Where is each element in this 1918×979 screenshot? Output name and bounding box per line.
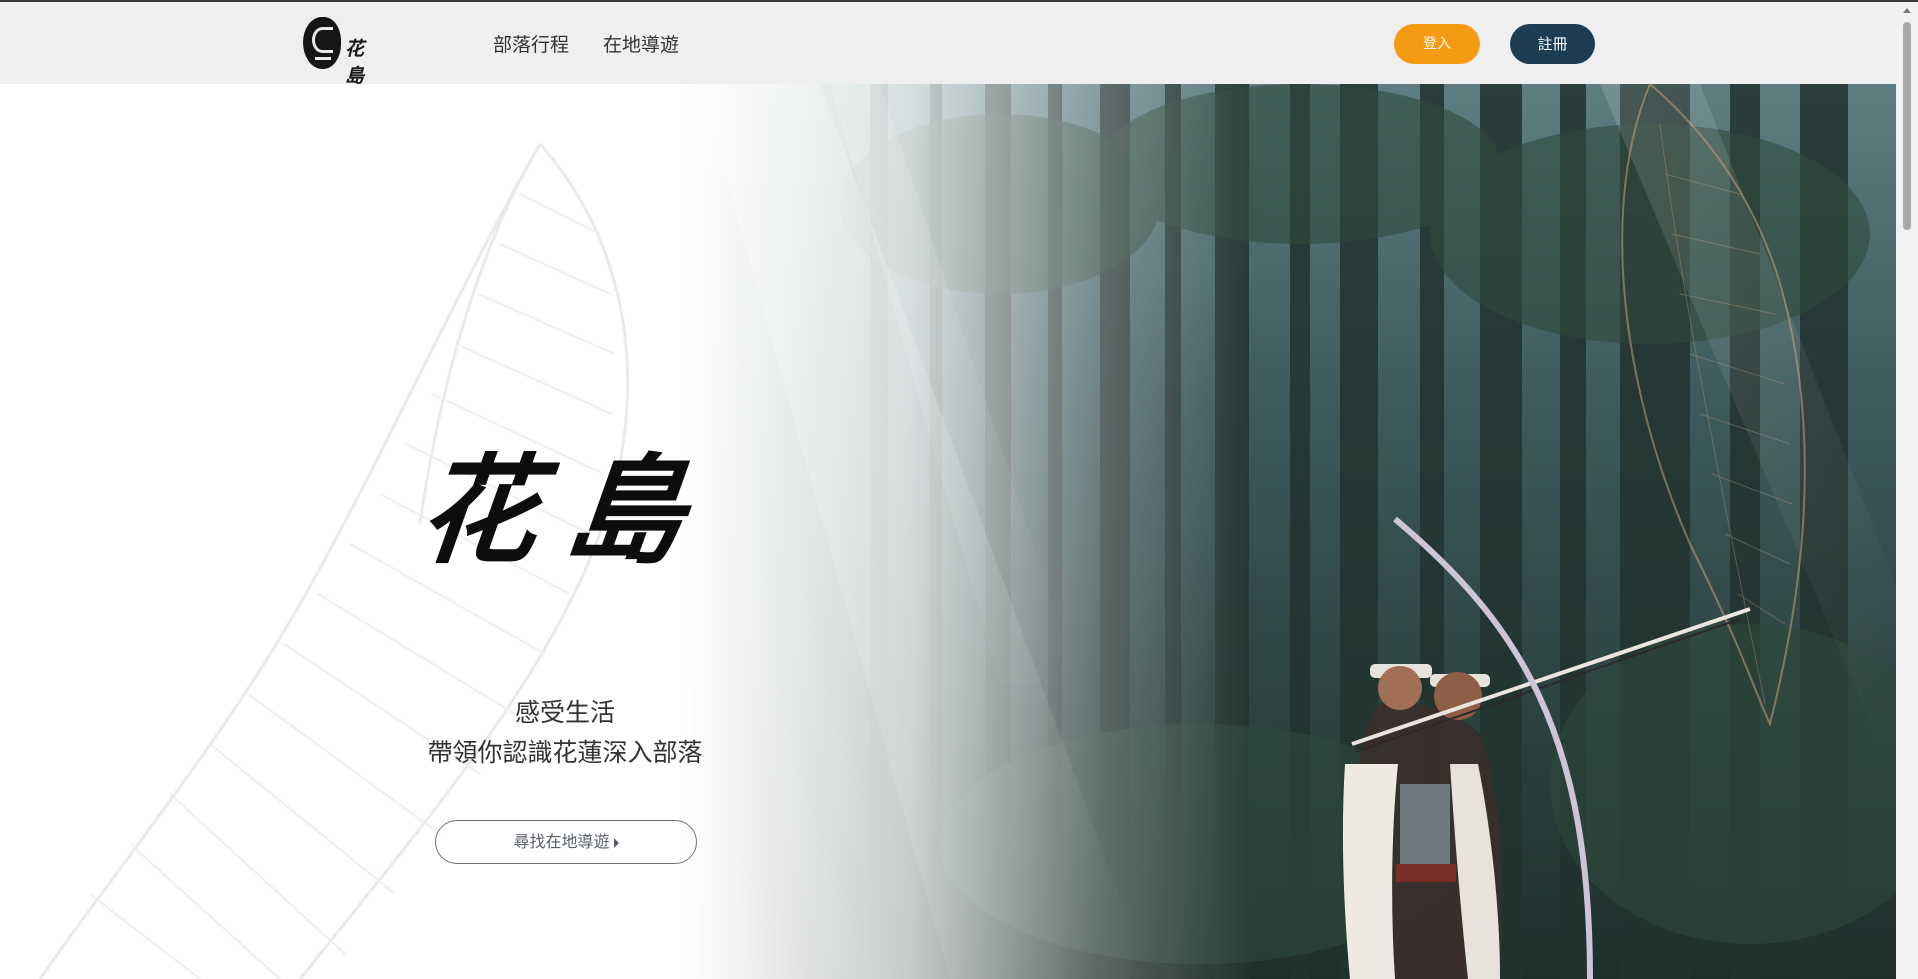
hero-section: 花島 感受生活 帶領你認識花蓮深入部落 尋找在地導遊: [0, 84, 1896, 979]
logo-text: 花島: [345, 38, 367, 87]
find-local-guide-button[interactable]: 尋找在地導遊: [435, 820, 697, 864]
cta-label: 尋找在地導遊: [513, 832, 610, 851]
hero-title: 花島: [412, 441, 720, 580]
page: 花島 部落行程 在地導遊 登入 註冊 花島 感受生活 帶領你認識花蓮深入部落 尋…: [0, 0, 1918, 979]
login-button[interactable]: 登入: [1394, 24, 1480, 64]
nav-link-local-guides[interactable]: 在地導遊: [603, 30, 679, 57]
page-scrollbar[interactable]: [1896, 2, 1918, 979]
scroll-up-arrow-icon[interactable]: [1903, 8, 1911, 13]
hero-forest-image: [0, 84, 1896, 979]
scrollbar-thumb[interactable]: [1903, 22, 1911, 230]
hero-tagline-line1: 感受生活: [514, 698, 615, 727]
caret-right-icon: [613, 837, 619, 848]
site-logo[interactable]: 花島: [303, 17, 385, 87]
nav-link-tribal-tours[interactable]: 部落行程: [493, 30, 569, 57]
hero-tagline-line2: 帶領你認識花蓮深入部落: [427, 738, 703, 767]
logo-icon: [303, 17, 341, 69]
register-button[interactable]: 註冊: [1510, 24, 1595, 64]
site-header: 花島 部落行程 在地導遊 登入 註冊: [0, 2, 1896, 87]
